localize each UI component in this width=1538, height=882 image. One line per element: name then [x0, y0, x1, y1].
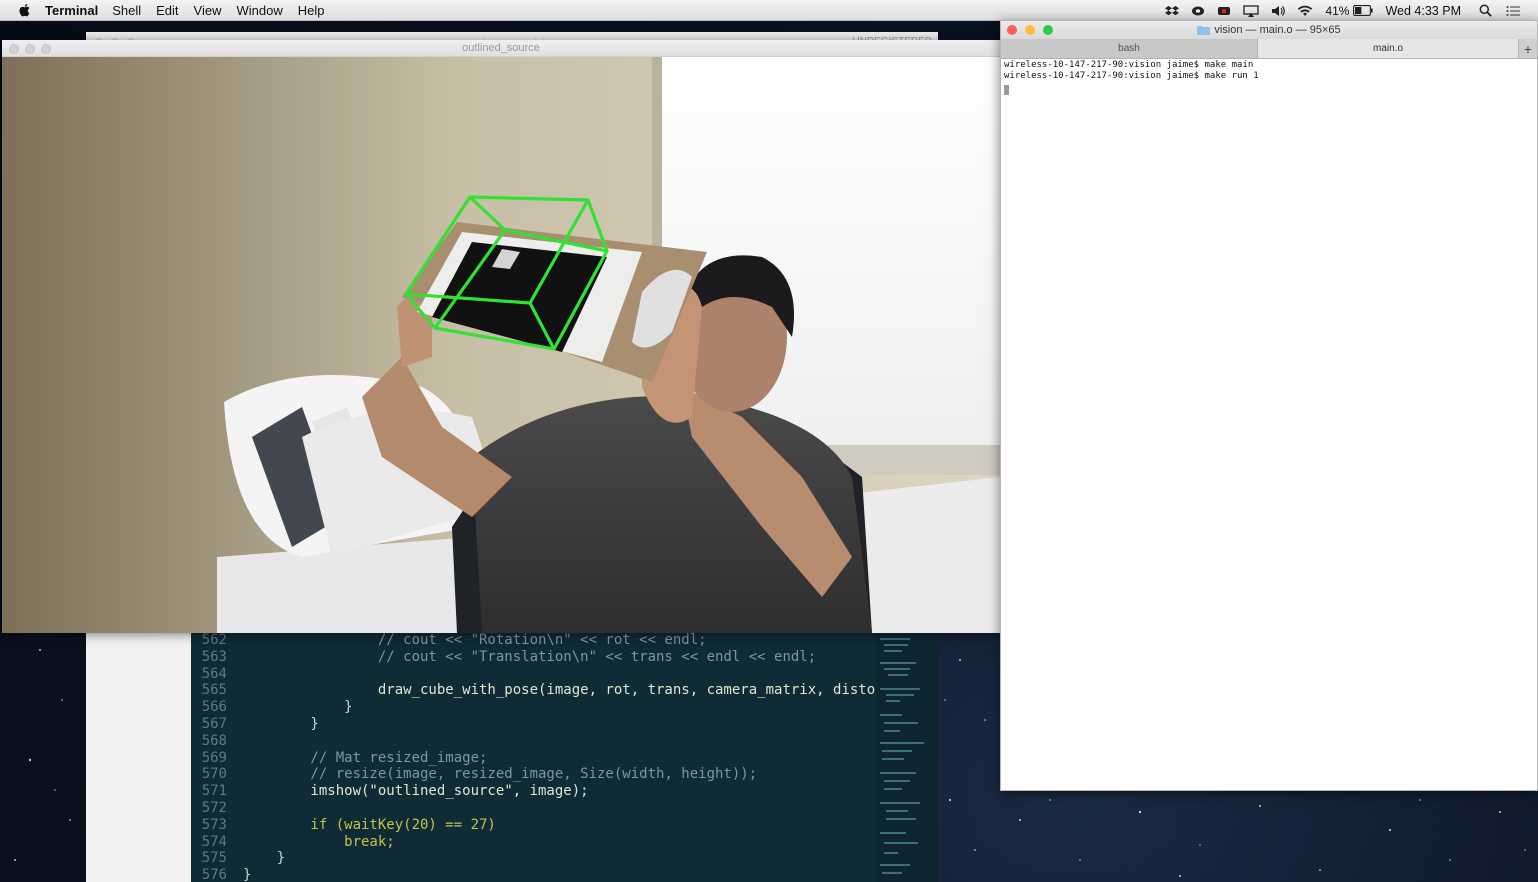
code-line: 571 imshow("outlined_source", image);	[201, 783, 589, 800]
video-titlebar[interactable]: outlined_source	[2, 40, 1000, 57]
video-close-button[interactable]	[9, 44, 19, 54]
dropbox-icon[interactable]	[1165, 5, 1180, 17]
terminal-title: vision — main.o — 95×65	[1214, 24, 1341, 36]
code-minimap[interactable]	[876, 632, 938, 882]
code-line: 573 if (waitKey(20) == 27)	[201, 816, 496, 833]
menu-extra-icon[interactable]	[1191, 5, 1205, 17]
code-line: 566 }	[201, 699, 353, 716]
terminal-zoom-button[interactable]	[1043, 25, 1053, 35]
code-line: 575 }	[201, 850, 286, 867]
menu-view[interactable]: View	[194, 3, 222, 18]
terminal-line: wireless-10-147-217-90:vision jaime$ mak…	[1004, 71, 1259, 81]
code-line: 565 draw_cube_with_pose(image, rot, tran…	[201, 682, 893, 699]
terminal-close-button[interactable]	[1007, 25, 1017, 35]
menu-shell[interactable]: Shell	[112, 3, 141, 18]
menu-window[interactable]: Window	[237, 3, 283, 18]
terminal-output[interactable]: wireless-10-147-217-90:vision jaime$ mak…	[1004, 60, 1534, 99]
battery-icon[interactable]	[1353, 5, 1374, 16]
battery-percent: 41%	[1325, 3, 1350, 18]
terminal-titlebar[interactable]: vision — main.o — 95×65	[1001, 21, 1537, 39]
terminal-tab-bar: bash main.o +	[1001, 39, 1537, 59]
volume-icon[interactable]	[1271, 5, 1286, 17]
apple-menu-icon[interactable]	[17, 2, 33, 18]
terminal-minimize-button[interactable]	[1025, 25, 1035, 35]
video-minimize-button[interactable]	[25, 44, 35, 54]
clock[interactable]: Wed 4:33 PM	[1385, 4, 1461, 18]
code-line: 576}	[201, 867, 252, 882]
code-line: 568	[201, 732, 227, 749]
terminal-window[interactable]: vision — main.o — 95×65 bash main.o + wi…	[1000, 20, 1538, 791]
menu-help[interactable]: Help	[298, 3, 325, 18]
airplay-icon[interactable]	[1243, 4, 1260, 17]
code-line: 564	[201, 665, 227, 682]
code-line: 572	[201, 800, 227, 816]
outlined-source-window[interactable]: outlined_source	[2, 40, 1000, 633]
tab-main-o[interactable]: main.o	[1258, 39, 1519, 58]
camera-frame	[2, 57, 1000, 633]
video-window-title: outlined_source	[462, 42, 540, 54]
terminal-line: wireless-10-147-217-90:vision jaime$ mak…	[1004, 60, 1254, 70]
record-icon[interactable]	[1217, 5, 1231, 17]
tab-bash[interactable]: bash	[1001, 39, 1258, 58]
code-line: 574 break;	[201, 833, 395, 850]
terminal-cursor	[1004, 85, 1009, 95]
code-line: 570 // resize(image, resized_image, Size…	[201, 766, 758, 783]
code-line: 569 // Mat resized_image;	[201, 749, 488, 766]
video-window-controls	[9, 44, 51, 54]
notification-center-icon[interactable]	[1506, 5, 1520, 17]
code-line: 563 // cout << "Translation\n" << trans …	[201, 648, 817, 665]
menu-edit[interactable]: Edit	[156, 3, 178, 18]
new-tab-button[interactable]: +	[1519, 39, 1537, 58]
terminal-window-controls	[1007, 25, 1053, 35]
code-line: 567 }	[201, 716, 319, 732]
status-area: 41% Wed 4:33 PM	[1153, 0, 1520, 21]
video-zoom-button[interactable]	[41, 44, 51, 54]
folder-icon	[1197, 26, 1211, 35]
wifi-icon[interactable]	[1297, 5, 1313, 17]
menu-app-terminal[interactable]: Terminal	[45, 3, 98, 18]
code-line: 562 // cout << "Rotation\n" << rot << en…	[201, 632, 707, 648]
spotlight-icon[interactable]	[1479, 4, 1492, 17]
code-editor[interactable]: 562 // cout << "Rotation\n" << rot << en…	[191, 632, 893, 882]
menu-bar: Terminal Shell Edit View Window Help 41%…	[0, 0, 1538, 21]
